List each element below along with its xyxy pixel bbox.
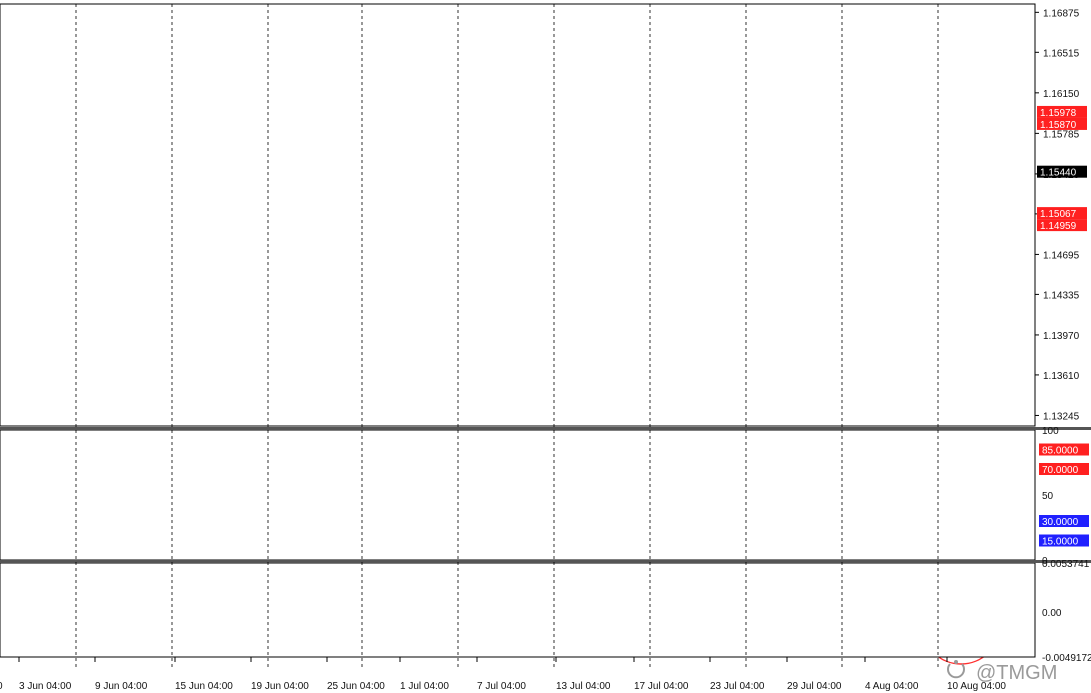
price-panel-frame [0, 3, 1036, 427]
x-tick-label: 7 Jul 04:00 [477, 681, 526, 692]
price-level-label: 1.14959 [1040, 221, 1077, 232]
rsi-y-tick-label: 50 [1042, 491, 1054, 502]
y-tick-label: 1.16515 [1043, 48, 1080, 59]
x-tick-label: 15 Jun 04:00 [175, 681, 233, 692]
x-tick-label: 4 Aug 04:00 [865, 681, 919, 692]
x-tick-label: 9 Jun 04:00 [95, 681, 148, 692]
y-tick-label: 1.15785 [1043, 129, 1080, 140]
price-level-label: 1.15870 [1040, 120, 1077, 131]
macd-panel-frame [0, 562, 1036, 658]
rsi-level-label: 15.0000 [1042, 537, 1079, 548]
macd-y-tick-label: 0.0053741 [1042, 559, 1090, 570]
x-tick-label: 17 Jul 04:00 [634, 681, 689, 692]
x-tick-label: 19 Jun 04:00 [251, 681, 309, 692]
y-tick-label: 1.16875 [1043, 8, 1080, 19]
rsi-panel-frame [0, 429, 1036, 561]
trading-chart[interactable]: 1.168751.165151.161501.157851.154201.150… [0, 0, 1091, 693]
rsi-level-label: 30.0000 [1042, 517, 1079, 528]
x-tick-label: 3 Jun 04:00 [19, 681, 72, 692]
y-tick-label: 1.14695 [1043, 250, 1080, 261]
rsi-level-label: 70.0000 [1042, 465, 1079, 476]
price-level-label: 1.15978 [1040, 108, 1077, 119]
x-tick-label: 29 Jul 04:00 [787, 681, 842, 692]
x-tick-label: 0 [0, 681, 3, 692]
x-tick-label: 25 Jun 04:00 [327, 681, 385, 692]
y-tick-label: 1.13970 [1043, 331, 1080, 342]
x-tick-label: 23 Jul 04:00 [710, 681, 765, 692]
x-tick-label: 13 Jul 04:00 [556, 681, 611, 692]
y-tick-label: 1.14335 [1043, 290, 1080, 301]
panel-separator [0, 427, 1091, 430]
watermark-text: @TMGM [976, 662, 1057, 684]
y-tick-label: 1.13245 [1043, 411, 1080, 422]
rsi-level-label: 85.0000 [1042, 446, 1079, 457]
price-level-label: 1.15067 [1040, 209, 1077, 220]
axes: 1.168751.165151.161501.157851.154201.150… [0, 3, 1091, 692]
y-tick-label: 1.13610 [1043, 371, 1080, 382]
panel-separator [0, 560, 1091, 563]
rsi-y-tick-label: 100 [1042, 426, 1059, 437]
current-price-label: 1.15440 [1040, 168, 1077, 179]
y-tick-label: 1.16150 [1043, 89, 1080, 100]
x-tick-label: 1 Jul 04:00 [400, 681, 449, 692]
macd-y-tick-label: 0.00 [1042, 608, 1062, 619]
